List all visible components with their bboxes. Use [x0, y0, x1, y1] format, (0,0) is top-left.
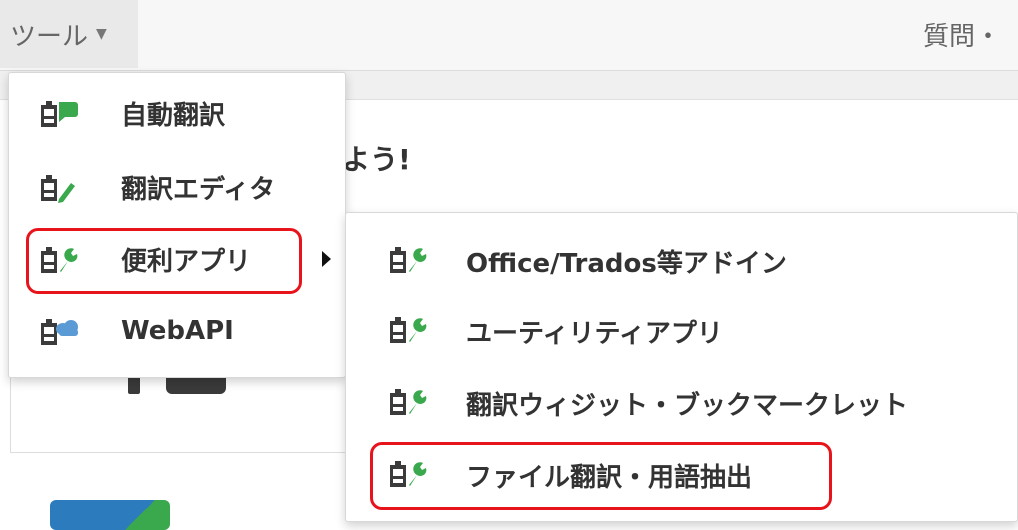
menu-item-webapi[interactable]: WebAPI: [9, 299, 345, 363]
tools-dropdown-menu: 自動翻訳 翻訳エディタ 便利アプリ WebAPI: [8, 72, 346, 378]
wrench-icon: [388, 459, 428, 489]
tools-menu-label: ツール: [10, 21, 89, 52]
submenu-item-file-translation[interactable]: ファイル翻訳・用語抽出: [346, 441, 1017, 507]
auto-translate-icon: [39, 99, 79, 129]
menu-item-label: 便利アプリ: [121, 246, 252, 277]
translation-editor-icon: [39, 173, 79, 203]
submenu-arrow-icon: [322, 251, 331, 267]
tools-menu-toggle[interactable]: ツール ▼: [0, 0, 138, 68]
submenu-item-office-trados-addin[interactable]: Office/Trados等アドイン: [346, 227, 1017, 293]
menu-item-label: 翻訳エディタ: [121, 174, 276, 205]
submenu-item-widget-bookmarklet[interactable]: 翻訳ウィジット・ブックマークレット: [346, 369, 1017, 435]
wrench-icon: [388, 387, 428, 417]
submenu-item-label: 翻訳ウィジット・ブックマークレット: [466, 391, 909, 421]
help-menu-label: 質問・: [923, 21, 1002, 52]
app-tools-submenu: Office/Trados等アドイン ユーティリティアプリ 翻訳ウィジット・ブッ: [345, 212, 1018, 522]
submenu-item-label: ファイル翻訳・用語抽出: [466, 463, 753, 493]
webapi-cloud-icon: [39, 317, 79, 347]
submenu-item-utility-apps[interactable]: ユーティリティアプリ: [346, 297, 1017, 363]
welcome-heading: よう!: [342, 143, 411, 176]
menu-item-label: 自動翻訳: [121, 100, 226, 131]
submenu-item-label: Office/Trados等アドイン: [466, 249, 787, 279]
menu-item-app-tools[interactable]: 便利アプリ: [9, 227, 345, 291]
wrench-icon: [388, 315, 428, 345]
app-logo-image: [50, 500, 170, 530]
wrench-icon: [388, 245, 428, 275]
menu-item-auto-translate[interactable]: 自動翻訳: [9, 81, 345, 145]
submenu-item-label: ユーティリティアプリ: [466, 319, 723, 349]
menu-item-label: WebAPI: [121, 316, 234, 346]
top-navbar: ツール ▼ 質問・: [0, 0, 1018, 71]
help-menu-link[interactable]: 質問・: [923, 0, 1018, 68]
app-tools-icon: [39, 245, 79, 275]
menu-item-translation-editor[interactable]: 翻訳エディタ: [9, 155, 345, 219]
caret-down-icon: ▼: [96, 26, 107, 42]
